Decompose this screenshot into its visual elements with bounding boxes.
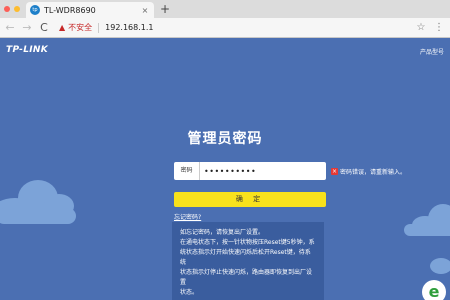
warning-icon[interactable]: ▲: [59, 23, 65, 33]
confirm-button[interactable]: 确 定: [174, 192, 326, 207]
tab-close-icon[interactable]: ×: [140, 6, 150, 15]
close-window-icon[interactable]: [4, 6, 10, 12]
help-line: 状态。: [180, 289, 199, 296]
password-error: × 密码错误，请重新输入。: [331, 167, 406, 176]
help-line: 统状态指示灯开始快速闪烁后松开Reset键，待系统: [180, 249, 311, 266]
tp-link-favicon-icon: tp: [30, 5, 40, 15]
help-line: 状态指示灯停止快速闪烁，路由器即恢复到出厂设置: [180, 269, 313, 286]
error-icon: ×: [331, 168, 338, 175]
error-message: 密码错误，请重新输入。: [340, 169, 407, 176]
insecure-label[interactable]: 不安全: [68, 22, 92, 33]
help-line: 在通电状态下，按一针状物按压Reset键5秒钟，系: [180, 239, 315, 246]
tp-link-logo: TP-LINK: [6, 45, 49, 55]
help-line: 如忘记密码，请恢复出厂设置。: [180, 229, 265, 236]
page-title: 管理员密码: [187, 131, 263, 147]
password-label: 密码: [174, 162, 200, 180]
minimize-window-icon[interactable]: [14, 6, 20, 12]
forgot-password-link[interactable]: 忘记密码?: [174, 212, 201, 221]
password-input[interactable]: [200, 163, 326, 179]
bookmark-star-icon[interactable]: ☆: [414, 22, 428, 33]
reload-icon[interactable]: C: [37, 21, 51, 35]
forward-icon[interactable]: →: [20, 21, 34, 35]
tab-strip: tp TL-WDR8690 × +: [0, 0, 450, 18]
router-login-page: TP-LINK 产品型号 管理员密码 密码 × 密码错误，请重新输入。 确 定 …: [0, 38, 450, 300]
new-tab-icon[interactable]: +: [158, 2, 172, 17]
address-bar[interactable]: 192.168.1.1: [105, 23, 414, 32]
green-e-logo-icon: e: [422, 280, 446, 300]
menu-icon[interactable]: ⋮: [432, 22, 446, 33]
browser-toolbar: ← → C ▲ 不安全 192.168.1.1 ☆ ⋮: [0, 18, 450, 38]
browser-tab[interactable]: tp TL-WDR8690 ×: [26, 2, 154, 18]
tab-title: TL-WDR8690: [44, 5, 96, 15]
forgot-password-help: 如忘记密码，请恢复出厂设置。 在通电状态下，按一针状物按压Reset键5秒钟，系…: [172, 222, 324, 300]
product-model-link[interactable]: 产品型号: [420, 47, 444, 56]
back-icon[interactable]: ←: [3, 21, 17, 35]
password-field-group: 密码: [174, 162, 326, 180]
address-divider: [98, 22, 100, 33]
window-controls: [4, 6, 20, 12]
